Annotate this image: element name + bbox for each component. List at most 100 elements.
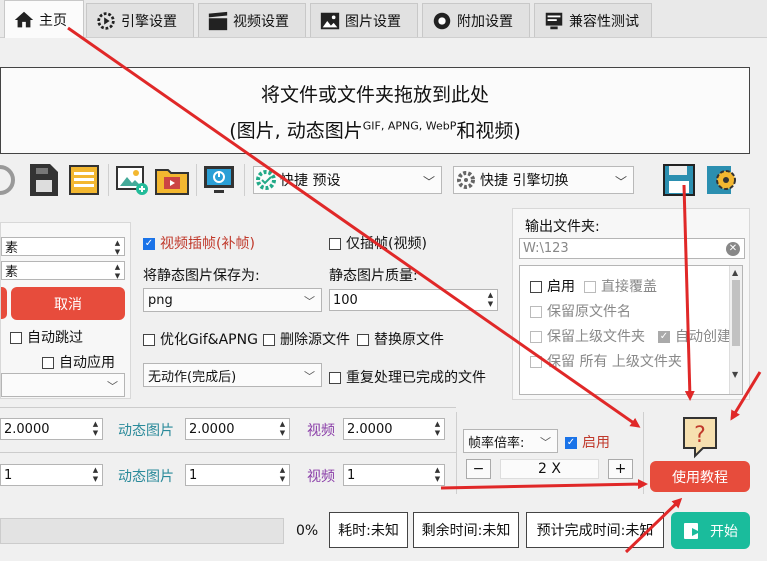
format-select[interactable]: png ﹀ — [143, 288, 322, 312]
toolbar-divider — [196, 164, 197, 196]
compatibility-test-icon — [545, 12, 563, 29]
left-field-1[interactable]: 素 ▲ ▼ — [1, 237, 125, 256]
scroll-up-icon[interactable]: ▲ — [732, 268, 738, 277]
checkbox-box[interactable] — [530, 281, 542, 293]
output-enable-checkbox[interactable]: 启用 — [530, 276, 575, 296]
chevron-down-icon: ﹀ — [304, 370, 315, 383]
scale-anim-input-1[interactable]: 2.0000 ▲ ▼ — [185, 418, 290, 440]
output-option-label: 保留 所有 上级文件夹 — [547, 354, 682, 370]
preset-combo[interactable]: 快捷 预设 ﹀ — [253, 166, 442, 194]
progress-bar — [0, 518, 284, 544]
framerate-minus-button[interactable]: − — [466, 459, 491, 479]
scale-anim-input-2[interactable]: 1 ▲ ▼ — [185, 464, 290, 486]
scale-image-input-2[interactable]: 1 ▲ ▼ — [0, 464, 103, 486]
tab-addon-settings[interactable]: 附加设置 — [422, 3, 530, 37]
spinner-icon[interactable]: ▲ ▼ — [277, 420, 288, 438]
interp-only-checkbox[interactable]: 仅插帧(视频) — [329, 233, 427, 253]
overwrite-checkbox[interactable]: 直接覆盖 — [584, 276, 657, 296]
checkbox-box[interactable]: ✓ — [143, 238, 155, 250]
spinner-icon[interactable]: ▲ ▼ — [112, 239, 123, 257]
checkbox-box[interactable] — [530, 331, 542, 343]
start-button-partial[interactable] — [1, 287, 7, 319]
drop-zone[interactable]: 将文件或文件夹拖放到此处 (图片, 动态图片GIF, APNG, WebP和视频… — [0, 67, 750, 154]
video-interp-checkbox[interactable]: ✓ 视频插帧(补帧) — [143, 233, 255, 253]
auto-apply-label: 自动应用 — [59, 355, 115, 371]
output-option-label: 保留上级文件夹 — [547, 329, 645, 345]
keep-filename-checkbox[interactable]: 保留原文件名 — [530, 301, 631, 321]
floppy-save-icon[interactable] — [661, 162, 697, 198]
add-image-icon[interactable] — [114, 162, 150, 198]
tab-home[interactable]: 主页 — [4, 0, 84, 38]
tutorial-button[interactable]: 使用教程 — [650, 461, 750, 492]
checkbox-box[interactable] — [10, 332, 22, 344]
keep-all-parents-checkbox[interactable]: 保留 所有 上级文件夹 — [530, 351, 682, 371]
replace-source-checkbox[interactable]: 替换原文件 — [357, 329, 444, 349]
auto-apply-checkbox[interactable]: 自动应用 — [42, 352, 115, 372]
start-button[interactable]: 开始 — [671, 512, 750, 549]
spinner-icon[interactable]: ▲ ▼ — [432, 466, 443, 484]
left-field-2[interactable]: 素 ▲ ▼ — [1, 261, 125, 280]
file-list-icon[interactable] — [66, 162, 102, 198]
static-quality-label: 静态图片质量: — [329, 268, 418, 284]
checkbox-box[interactable] — [263, 334, 275, 346]
tab-compatibility-test[interactable]: 兼容性测试 — [534, 3, 652, 37]
scale-video-input-1[interactable]: 2.0000 ▲ ▼ — [343, 418, 445, 440]
framerate-plus-button[interactable]: + — [608, 459, 633, 479]
middle-panel: ✓ 视频插帧(补帧) 仅插帧(视频) 将静态图片保存为: 静态图片质量: png ﹀… — [137, 222, 509, 399]
add-folder-icon[interactable] — [154, 162, 190, 198]
spinner-icon[interactable]: ▲ ▼ — [112, 263, 123, 281]
question-help-icon[interactable]: ? — [681, 415, 719, 459]
quality-input[interactable]: 100 ▲ ▼ — [329, 289, 498, 311]
checkbox-box[interactable] — [357, 334, 369, 346]
engine-combo-label: 快捷 引擎切换 — [480, 173, 569, 189]
auto-skip-checkbox[interactable]: 自动跳过 — [10, 327, 83, 347]
scrollbar[interactable]: ▲ ▼ — [729, 266, 742, 394]
spinner-icon[interactable]: ▲ ▼ — [485, 291, 496, 309]
output-options-list: 启用 直接覆盖 保留原文件名 保留上级文件夹 ✓ 自动创建 保留 所有 上级文件夹… — [519, 265, 743, 395]
spinner-icon[interactable]: ▲ ▼ — [90, 420, 101, 438]
save-file-icon[interactable] — [26, 162, 62, 198]
keep-parent-folder-checkbox[interactable]: 保留上级文件夹 — [530, 326, 645, 346]
optimize-gif-label: 优化Gif&APNG — [160, 332, 258, 348]
reprocess-checkbox[interactable]: 重复处理已完成的文件 — [329, 367, 486, 387]
checkbox-box[interactable] — [530, 306, 542, 318]
optimize-gif-checkbox[interactable]: 优化Gif&APNG — [143, 329, 258, 349]
tab-image-settings[interactable]: 图片设置 — [310, 3, 418, 37]
tab-engine-settings[interactable]: 引擎设置 — [86, 3, 194, 37]
scroll-down-icon[interactable]: ▼ — [732, 370, 738, 379]
scale-value: 1 — [347, 467, 356, 483]
left-select[interactable]: ﹀ — [1, 373, 125, 397]
checkbox-box[interactable] — [42, 357, 54, 369]
auto-create-checkbox[interactable]: ✓ 自动创建 — [658, 326, 731, 346]
delete-source-checkbox[interactable]: 删除源文件 — [263, 329, 350, 349]
clear-icon[interactable] — [0, 162, 16, 198]
checkbox-box[interactable]: ✓ — [658, 331, 670, 343]
checkbox-box[interactable] — [329, 372, 341, 384]
checkbox-box[interactable]: ✓ — [565, 437, 577, 449]
power-monitor-icon[interactable] — [201, 162, 237, 198]
scale-image-input-1[interactable]: 2.0000 ▲ ▼ — [0, 418, 103, 440]
settings-gear-icon[interactable] — [704, 162, 740, 198]
after-action-select[interactable]: 无动作(完成后) ﹀ — [143, 363, 322, 387]
output-path-input[interactable]: W:\123 ✕ — [519, 238, 745, 259]
spinner-icon[interactable]: ▲ ▼ — [277, 466, 288, 484]
tab-video-settings[interactable]: 视频设置 — [198, 3, 306, 37]
cancel-button[interactable]: 取消 — [11, 287, 125, 320]
spinner-icon[interactable]: ▲ ▼ — [432, 420, 443, 438]
framerate-enable-checkbox[interactable]: ✓ 启用 — [565, 432, 610, 452]
section-divider — [0, 407, 456, 408]
chevron-down-icon: ﹀ — [304, 295, 315, 308]
engine-combo[interactable]: 快捷 引擎切换 ﹀ — [453, 166, 634, 194]
scale-value: 2.0000 — [347, 421, 393, 437]
checkbox-box[interactable] — [329, 238, 341, 250]
anim-image-label: 动态图片 — [118, 469, 174, 485]
checkbox-box[interactable] — [530, 356, 542, 368]
checkbox-box[interactable] — [143, 334, 155, 346]
scale-video-input-2[interactable]: 1 ▲ ▼ — [343, 464, 445, 486]
scrollbar-thumb[interactable] — [732, 280, 740, 346]
clear-path-icon[interactable]: ✕ — [726, 242, 740, 256]
checkbox-box[interactable] — [584, 281, 596, 293]
framerate-select[interactable]: 帧率倍率: ﹀ — [463, 429, 558, 453]
spinner-icon[interactable]: ▲ ▼ — [90, 466, 101, 484]
output-option-label: 启用 — [547, 279, 575, 295]
